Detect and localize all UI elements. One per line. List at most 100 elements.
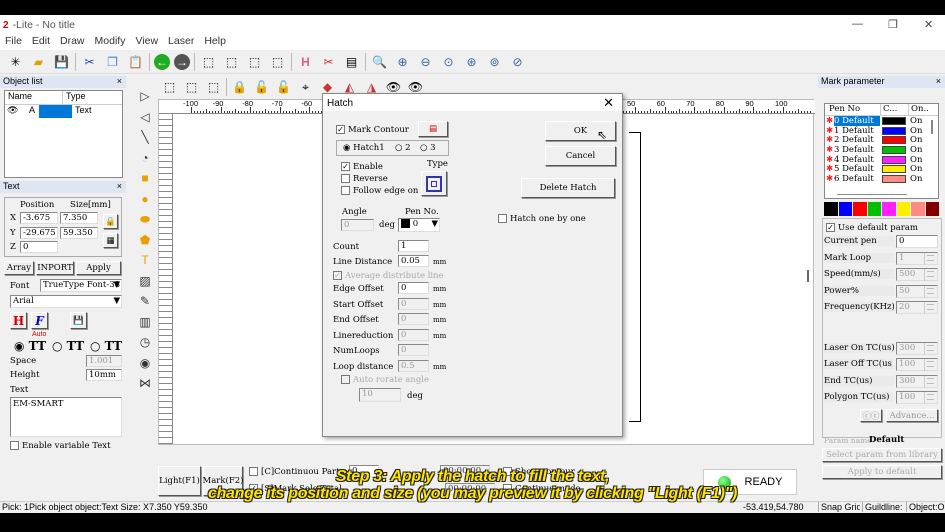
pen-no-select[interactable]: 0 ▼ [398, 218, 440, 232]
pen-row[interactable]: ✱ 6 Default On [825, 174, 938, 184]
palette-color-swatch[interactable] [838, 202, 852, 216]
select-param-library-button[interactable]: Select param from library [822, 448, 942, 462]
spin-arrows-icon[interactable]: — — [924, 268, 936, 281]
column-type[interactable]: Type [63, 91, 86, 104]
spin-arrows-icon[interactable]: — — [924, 375, 936, 388]
average-distribute-checkbox[interactable]: ✓ Average distribute line [333, 271, 444, 281]
text-spacing-auto-radio[interactable]: ◉ TT [14, 339, 46, 353]
close-icon[interactable]: × [117, 76, 122, 86]
pen-on-status[interactable]: On [910, 126, 922, 136]
vector-icon[interactable]: ✎ [136, 292, 154, 310]
object-snap-toggle[interactable]: Object:O [906, 502, 945, 512]
undo-icon[interactable]: ← [154, 54, 170, 70]
barcode-icon[interactable]: ▥ [136, 313, 154, 331]
unlock-icon[interactable]: 🔓 [252, 78, 271, 97]
open-folder-icon[interactable]: ▰ [29, 53, 48, 72]
spin-arrows-icon[interactable]: — — [924, 342, 936, 355]
spin-arrows-icon[interactable]: — — [924, 252, 936, 265]
param-input[interactable]: 0 [896, 235, 938, 248]
contour-pen-button[interactable]: ▤ [418, 121, 448, 137]
pen-row[interactable]: ✱ 1 Default On [825, 126, 938, 136]
hatch-text-icon[interactable]: H [10, 312, 27, 329]
close-button[interactable]: ✕ [924, 18, 933, 31]
pen-on-status[interactable]: On [910, 164, 922, 174]
pointer-icon[interactable]: ▷ [136, 87, 154, 105]
column-on[interactable]: On.. [909, 104, 929, 115]
canvas-scroll-marker[interactable] [807, 270, 809, 282]
pen-settings-button[interactable]: ⓒⓒ [860, 409, 882, 422]
close-icon[interactable]: × [936, 76, 941, 86]
apply-button[interactable]: Apply [76, 261, 121, 275]
pen-on-status[interactable]: On [910, 135, 922, 145]
column-pen-no[interactable]: Pen No [825, 104, 881, 115]
pen-color-swatch[interactable] [882, 145, 906, 154]
align-icon[interactable]: ⬚ [160, 78, 179, 97]
reverse-checkbox[interactable]: Reverse [341, 174, 388, 184]
palette-color-swatch[interactable] [824, 202, 838, 216]
pivot-icon[interactable]: ⌖ [296, 78, 315, 97]
palette-color-swatch[interactable] [853, 202, 867, 216]
zoom-in-icon[interactable]: ⊕ [393, 53, 412, 72]
line-distance-input[interactable]: 0.05 [398, 255, 429, 267]
ellipse-icon[interactable]: ⬬ [136, 210, 154, 228]
pen-color-swatch[interactable] [882, 174, 906, 183]
enable-variable-text-checkbox[interactable]: Enable variable Text [10, 441, 111, 451]
select-group-icon[interactable]: ⬚ [222, 53, 241, 72]
lock-ratio-icon[interactable]: 🔒 [103, 214, 118, 229]
palette-color-swatch[interactable] [925, 202, 939, 216]
pen-list-hscrollbar[interactable] [837, 194, 907, 195]
font-type-select[interactable]: TrueType Font-38 ▼ [40, 279, 122, 292]
circle-icon[interactable]: ● [136, 190, 154, 208]
zoom-out-icon[interactable]: ⊖ [416, 53, 435, 72]
input-port-icon[interactable]: ◉ [136, 354, 154, 372]
font-name-select[interactable]: Arial ▼ [10, 295, 122, 308]
redo-icon[interactable]: → [174, 54, 190, 70]
zoom-all-icon[interactable]: ⊛ [462, 53, 481, 72]
pen-row[interactable]: ✱ 3 Default On [825, 145, 938, 155]
pen-color-swatch[interactable] [882, 155, 906, 164]
space-input[interactable]: 1.001 [86, 355, 122, 367]
text-spacing-fixed-radio[interactable]: ○ TT [52, 339, 84, 353]
array-button[interactable]: Array [4, 261, 34, 275]
hatch2-radio[interactable]: ○ 2 [395, 143, 411, 153]
line-icon[interactable]: ╲ [136, 128, 154, 146]
auto-rotate-checkbox[interactable]: Auto rorate angle [341, 375, 429, 385]
column-name[interactable]: Name [5, 91, 63, 104]
menu-view[interactable]: View [135, 35, 158, 50]
position-y-input[interactable]: -29.675 [20, 227, 58, 239]
spin-arrows-icon[interactable]: — — [924, 301, 936, 314]
hatch1-radio[interactable]: ◉ Hatch1 [343, 143, 385, 153]
hatch-type-button[interactable] [421, 171, 447, 196]
pen-color-swatch[interactable] [882, 126, 906, 135]
edge-offset-input[interactable]: 0 [398, 282, 429, 294]
cancel-button[interactable]: Cancel [545, 146, 616, 166]
select-node-icon[interactable]: ⬚ [245, 53, 264, 72]
text-icon[interactable]: T [136, 251, 154, 269]
hatch-one-by-one-checkbox[interactable]: Hatch one by one [498, 214, 586, 224]
palette-color-swatch[interactable] [867, 202, 881, 216]
pen-on-status[interactable]: On [910, 174, 922, 184]
unlock-all-icon[interactable]: 🔓 [274, 78, 293, 97]
eye-icon[interactable]: 👁 [5, 105, 29, 118]
delete-hatch-button[interactable]: Delete Hatch [521, 178, 615, 198]
pen-row[interactable]: ✱ 4 Default On [825, 155, 938, 165]
spin-arrows-icon[interactable]: — — [924, 285, 936, 298]
pen-on-status[interactable]: On [910, 116, 922, 126]
loop-distance-input[interactable]: 0.5 [398, 360, 429, 372]
position-z-input[interactable]: 0 [20, 241, 58, 253]
anchor-grid-icon[interactable]: ▦ [103, 233, 118, 248]
list-icon[interactable]: ▤ [342, 53, 361, 72]
new-icon[interactable]: ✳ [6, 53, 25, 72]
save-icon[interactable]: 💾 [52, 53, 71, 72]
spin-arrows-icon[interactable]: — — [924, 358, 936, 371]
cut-icon[interactable]: ✂ [80, 53, 99, 72]
palette-color-swatch[interactable] [896, 202, 910, 216]
hatch3-radio[interactable]: ○ 3 [420, 143, 436, 153]
pen-list-scrollbar[interactable] [931, 120, 933, 134]
height-input[interactable]: 10mm [86, 369, 122, 381]
hatch-icon[interactable]: H [296, 53, 315, 72]
menu-help[interactable]: Help [204, 35, 226, 50]
close-icon[interactable]: × [117, 181, 122, 191]
dialog-close-icon[interactable]: ✕ [603, 95, 614, 111]
count-input[interactable]: 1 [398, 240, 429, 252]
